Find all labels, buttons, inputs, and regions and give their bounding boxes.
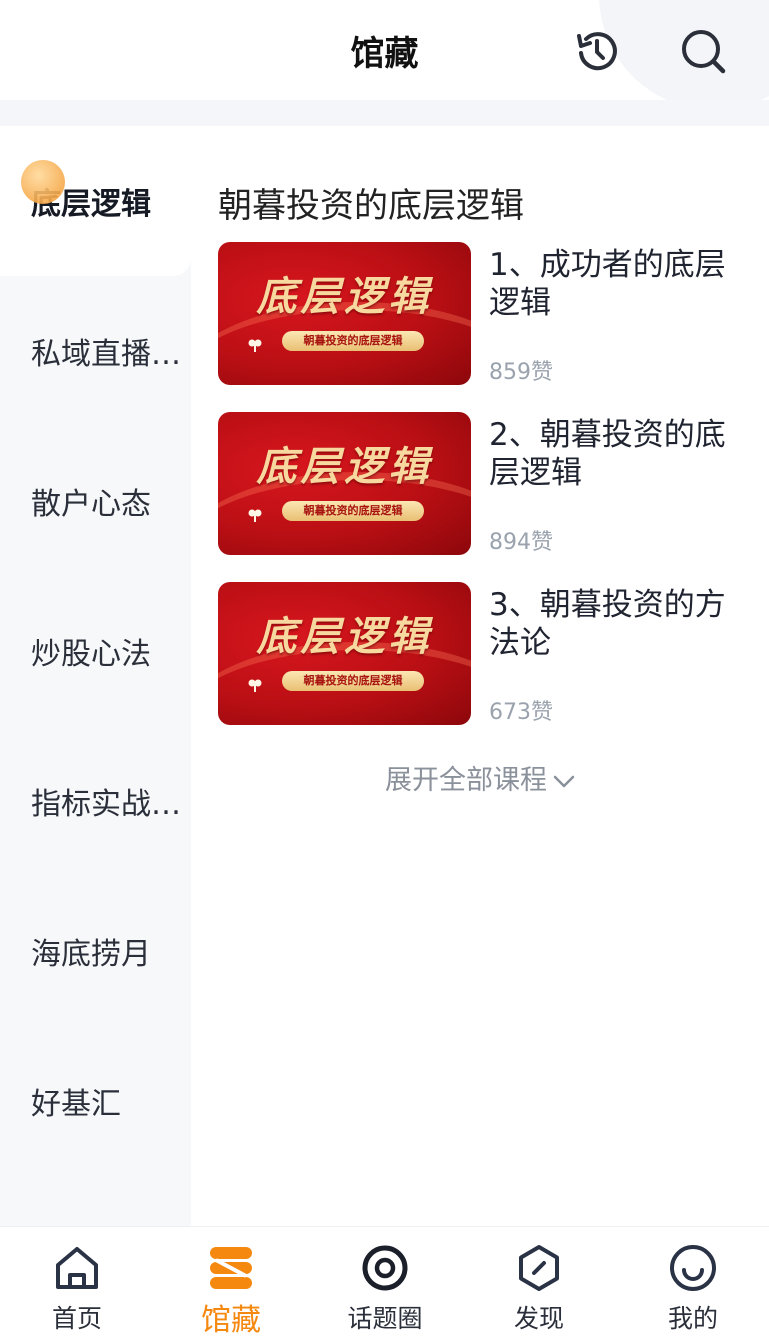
sidebar-item-label: 私域直播… <box>31 337 181 372</box>
header-separator <box>0 100 769 126</box>
sidebar-item-label: 海底捞月 <box>31 937 151 972</box>
bottom-tab-bar: 首页 馆藏 话题圈 发现 我的 <box>0 1226 769 1338</box>
collection-icon <box>210 1247 252 1289</box>
sidebar-item-underlying-logic[interactable]: 底层逻辑 <box>0 126 191 276</box>
thumbnail-subtitle: 朝暮投资的底层逻辑 <box>282 671 424 691</box>
home-icon <box>56 1247 98 1289</box>
discover-icon <box>519 1245 559 1291</box>
course-title: 2、朝暮投资的底层逻辑 <box>489 417 726 491</box>
sidebar-item-private-live[interactable]: 私域直播… <box>0 276 191 426</box>
profile-icon <box>670 1245 716 1291</box>
thumbnail-subtitle: 朝暮投资的底层逻辑 <box>282 501 424 521</box>
flower-icon <box>248 679 262 692</box>
tab-discover[interactable]: 发现 <box>462 1227 616 1337</box>
course-item[interactable]: 底层逻辑 朝暮投资的底层逻辑 3、朝暮投资的方法论 673赞 <box>218 582 758 725</box>
top-header: 馆藏 <box>0 0 769 100</box>
expand-label: 展开全部课程 <box>385 765 547 796</box>
thumbnail-title: 底层逻辑 <box>256 613 433 660</box>
tab-topic-circle[interactable]: 话题圈 <box>308 1227 462 1337</box>
flower-icon <box>248 339 262 352</box>
tab-label: 发现 <box>513 1304 564 1333</box>
thumbnail-title: 底层逻辑 <box>256 273 433 320</box>
sidebar-item-bottom-fishing[interactable]: 海底捞月 <box>0 876 191 1026</box>
section-title: 朝暮投资的底层逻辑 <box>218 186 524 226</box>
course-thumbnail: 底层逻辑 朝暮投资的底层逻辑 <box>218 242 471 385</box>
sidebar-item-label: 炒股心法 <box>31 637 151 672</box>
sidebar-item-trading-method[interactable]: 炒股心法 <box>0 576 191 726</box>
sidebar-item-label: 散户心态 <box>31 487 151 522</box>
tab-label: 首页 <box>51 1304 102 1333</box>
sidebar-item-indicator-practice[interactable]: 指标实战… <box>0 726 191 876</box>
tab-profile[interactable]: 我的 <box>616 1227 769 1337</box>
page-title: 馆藏 <box>350 34 419 74</box>
course-item[interactable]: 底层逻辑 朝暮投资的底层逻辑 1、成功者的底层逻辑 859赞 <box>218 242 758 385</box>
sidebar-item-label: 指标实战… <box>31 787 181 822</box>
course-list-panel: 朝暮投资的底层逻辑 底层逻辑 朝暮投资的底层逻辑 1、成功者的底层逻辑 859赞… <box>191 126 769 1226</box>
tab-label: 我的 <box>667 1304 718 1333</box>
category-sidebar: 底层逻辑 私域直播… 散户心态 炒股心法 指标实战… 海底捞月 好基汇 <box>0 126 191 1226</box>
flower-icon <box>248 509 262 522</box>
like-count: 859赞 <box>489 360 553 385</box>
sidebar-item-good-fund[interactable]: 好基汇 <box>0 1026 191 1176</box>
topic-circle-icon <box>362 1245 408 1291</box>
sidebar-item-retail-mindset[interactable]: 散户心态 <box>0 426 191 576</box>
thumbnail-title: 底层逻辑 <box>256 443 433 490</box>
expand-all-courses-button[interactable]: 展开全部课程 <box>191 758 769 797</box>
active-indicator-dot <box>21 160 65 204</box>
history-icon[interactable] <box>572 26 622 76</box>
course-thumbnail: 底层逻辑 朝暮投资的底层逻辑 <box>218 412 471 555</box>
course-title: 3、朝暮投资的方法论 <box>489 587 726 661</box>
tab-collection[interactable]: 馆藏 <box>154 1227 308 1338</box>
like-count: 894赞 <box>489 530 553 555</box>
tab-label: 馆藏 <box>201 1303 261 1338</box>
course-thumbnail: 底层逻辑 朝暮投资的底层逻辑 <box>218 582 471 725</box>
sidebar-item-label: 好基汇 <box>31 1087 121 1122</box>
thumbnail-subtitle: 朝暮投资的底层逻辑 <box>282 331 424 351</box>
search-icon[interactable] <box>678 26 728 76</box>
tab-home[interactable]: 首页 <box>0 1227 154 1337</box>
like-count: 673赞 <box>489 700 553 725</box>
course-title: 1、成功者的底层逻辑 <box>489 247 726 321</box>
course-item[interactable]: 底层逻辑 朝暮投资的底层逻辑 2、朝暮投资的底层逻辑 894赞 <box>218 412 758 555</box>
chevron-down-icon <box>553 775 575 787</box>
tab-label: 话题圈 <box>347 1304 423 1333</box>
